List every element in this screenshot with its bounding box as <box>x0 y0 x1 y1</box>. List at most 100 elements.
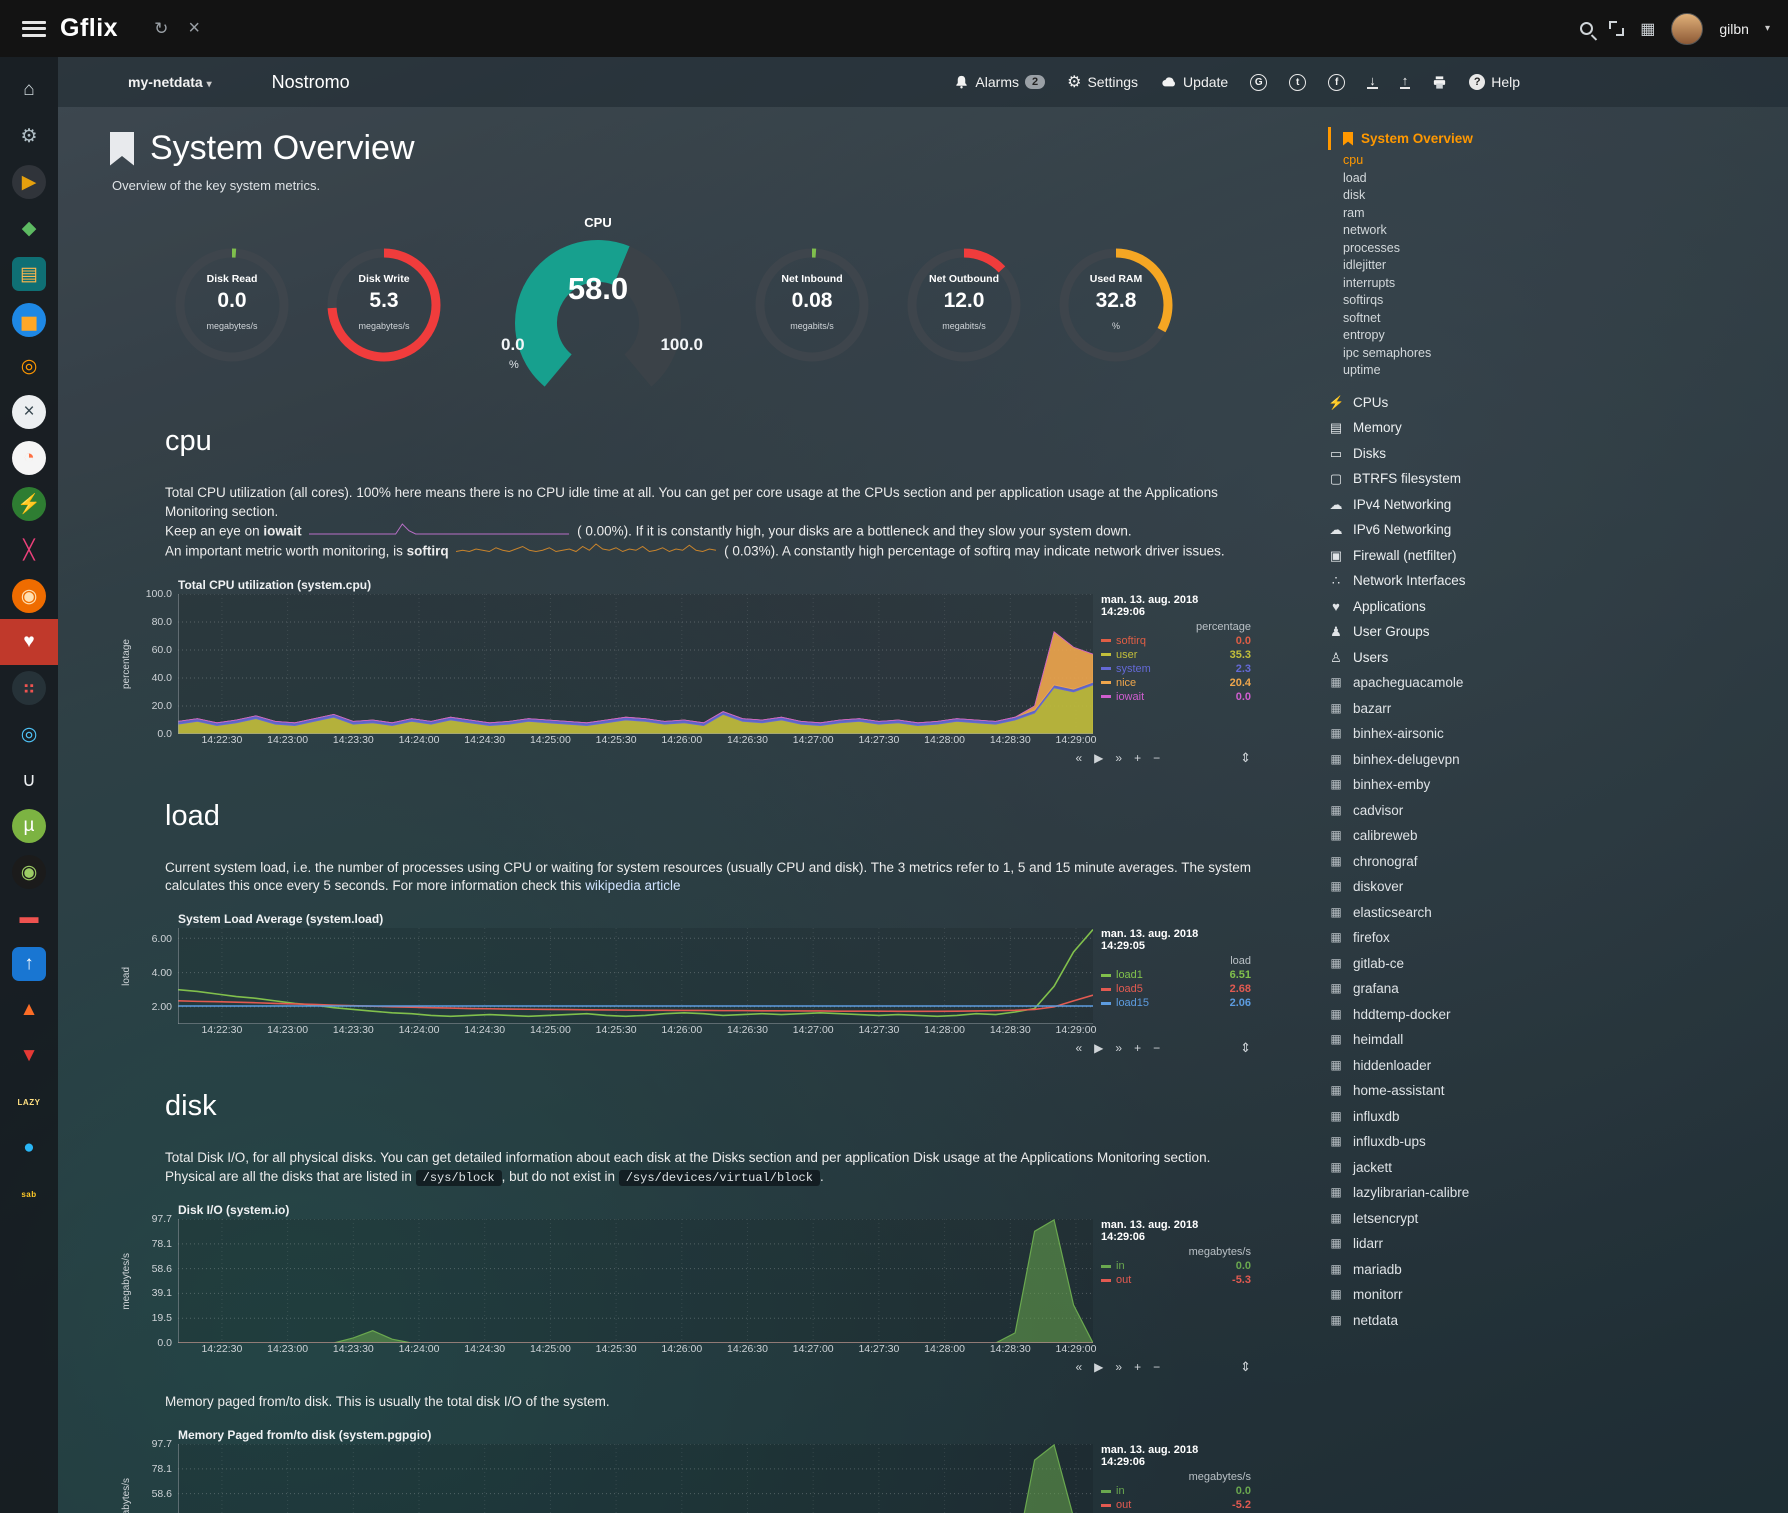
legend-entry-softirq[interactable]: softirq0.0 <box>1101 635 1251 647</box>
sidebar-app-upload-app[interactable]: ↑ <box>0 941 58 987</box>
twitter-icon[interactable]: t <box>1289 74 1306 91</box>
apps-grid-icon[interactable]: ▦ <box>1640 19 1655 39</box>
menu-item-chronograf[interactable]: ▦chronograf <box>1328 849 1778 875</box>
menu-item-lazylibrarian-calibre[interactable]: ▦lazylibrarian-calibre <box>1328 1180 1778 1206</box>
sidebar-app-search-app[interactable]: ◎ <box>0 343 58 389</box>
gauge-disk-read[interactable]: Disk Read0.0megabytes/s <box>173 246 291 364</box>
menu-item-hiddenloader[interactable]: ▦hiddenloader <box>1328 1053 1778 1079</box>
load-chart[interactable]: System Load Average (system.load)load6.0… <box>118 912 1308 1056</box>
sidebar-app-tautulli[interactable]: ▅ <box>0 297 58 343</box>
submenu-item-idlejitter[interactable]: idlejitter <box>1343 257 1778 275</box>
legend-entry-load1[interactable]: load16.51 <box>1101 969 1251 981</box>
menu-item-diskover[interactable]: ▦diskover <box>1328 874 1778 900</box>
menu-item-home-assistant[interactable]: ▦home-assistant <box>1328 1078 1778 1104</box>
sidebar-app-netdata-active[interactable]: ♥ <box>0 619 58 665</box>
sidebar-app-gitlab[interactable]: ▲ <box>0 987 58 1033</box>
help-button[interactable]: ?Help <box>1469 74 1520 90</box>
legend-entry-user[interactable]: user35.3 <box>1101 649 1251 661</box>
search-icon[interactable] <box>1580 22 1593 35</box>
menu-item-heimdall[interactable]: ▦heimdall <box>1328 1027 1778 1053</box>
gauge-net-outbound[interactable]: Net Outbound12.0megabits/s <box>905 246 1023 364</box>
menu-item-memory[interactable]: ▤Memory <box>1328 415 1778 441</box>
close-icon[interactable]: × <box>188 17 200 40</box>
wikipedia-link[interactable]: wikipedia article <box>585 878 680 893</box>
play-icon[interactable]: ▶ <box>1094 1041 1103 1055</box>
gauge-used-ram[interactable]: Used RAM32.8% <box>1057 246 1175 364</box>
sidebar-app-utorrent-app[interactable]: µ <box>0 803 58 849</box>
submenu-item-entropy[interactable]: entropy <box>1343 327 1778 345</box>
pan-left-icon[interactable]: « <box>1075 1360 1082 1374</box>
menu-item-influxdb-ups[interactable]: ▦influxdb-ups <box>1328 1129 1778 1155</box>
menu-item-elasticsearch[interactable]: ▦elasticsearch <box>1328 900 1778 926</box>
submenu-item-load[interactable]: load <box>1343 170 1778 188</box>
sidebar-app-home[interactable]: ⌂ <box>0 67 58 113</box>
disk-io-chart[interactable]: Disk I/O (system.io)megabytes/s97.778.15… <box>118 1203 1308 1375</box>
menu-item-cadvisor[interactable]: ▦cadvisor <box>1328 798 1778 824</box>
menu-item-hddtemp-docker[interactable]: ▦hddtemp-docker <box>1328 1002 1778 1028</box>
menu-item-gitlab-ce[interactable]: ▦gitlab-ce <box>1328 951 1778 977</box>
menu-item-binhex-emby[interactable]: ▦binhex-emby <box>1328 772 1778 798</box>
username[interactable]: gilbn <box>1719 21 1749 37</box>
gauge-disk-write[interactable]: Disk Write5.3megabytes/s <box>325 246 443 364</box>
sidebar-app-sabnzbd[interactable]: sab <box>0 1171 58 1217</box>
export-snapshot-icon[interactable]: ↓ <box>1367 75 1378 89</box>
resize-handle-icon[interactable]: ⇕ <box>1240 1040 1251 1056</box>
menu-item-applications[interactable]: ♥Applications <box>1328 594 1778 620</box>
menu-item-btrfs-filesystem[interactable]: ▢BTRFS filesystem <box>1328 466 1778 492</box>
pan-left-icon[interactable]: « <box>1075 751 1082 765</box>
menu-item-influxdb[interactable]: ▦influxdb <box>1328 1104 1778 1130</box>
menu-item-cpus[interactable]: ⚡CPUs <box>1328 390 1778 416</box>
sidebar-app-dots-app[interactable]: ⠶ <box>0 665 58 711</box>
legend-entry-in[interactable]: in0.0 <box>1101 1485 1251 1497</box>
submenu-item-uptime[interactable]: uptime <box>1343 362 1778 380</box>
menu-item-jackett[interactable]: ▦jackett <box>1328 1155 1778 1181</box>
menu-item-monitorr[interactable]: ▦monitorr <box>1328 1282 1778 1308</box>
alarms-button[interactable]: Alarms 2 <box>954 74 1045 90</box>
avatar[interactable] <box>1671 13 1703 45</box>
sidebar-app-ombi-app[interactable]: ◔ <box>0 435 58 481</box>
pan-left-icon[interactable]: « <box>1075 1041 1082 1055</box>
zoom-in-icon[interactable]: + <box>1134 751 1141 765</box>
sidebar-app-droplet-app[interactable]: ● <box>0 1125 58 1171</box>
sidebar-app-kodi-app[interactable]: × <box>0 389 58 435</box>
resize-handle-icon[interactable]: ⇕ <box>1240 1359 1251 1375</box>
menu-item-users[interactable]: ♙Users <box>1328 645 1778 671</box>
legend-entry-nice[interactable]: nice20.4 <box>1101 677 1251 689</box>
refresh-icon[interactable]: ↻ <box>154 19 168 39</box>
sidebar-app-pills-app[interactable]: ▬ <box>0 895 58 941</box>
github-icon[interactable]: G <box>1250 74 1267 91</box>
print-icon[interactable] <box>1432 75 1447 90</box>
menu-item-ipv4-networking[interactable]: ☁IPv4 Networking <box>1328 492 1778 518</box>
import-snapshot-icon[interactable]: ↑ <box>1400 75 1411 89</box>
sidebar-app-library-app[interactable]: ▤ <box>0 251 58 297</box>
legend-entry-iowait[interactable]: iowait0.0 <box>1101 691 1251 703</box>
menu-item-firewall-netfilter-[interactable]: ▣Firewall (netfilter) <box>1328 543 1778 569</box>
zoom-out-icon[interactable]: − <box>1153 1041 1160 1055</box>
pgpgio-chart[interactable]: Memory Paged from/to disk (system.pgpgio… <box>118 1428 1308 1513</box>
submenu-item-interrupts[interactable]: interrupts <box>1343 275 1778 293</box>
sidebar-app-download-app[interactable]: ▼ <box>0 1033 58 1079</box>
menu-item-ipv6-networking[interactable]: ☁IPv6 Networking <box>1328 517 1778 543</box>
menu-item-netdata[interactable]: ▦netdata <box>1328 1308 1778 1334</box>
submenu-item-ipc-semaphores[interactable]: ipc semaphores <box>1343 345 1778 363</box>
sidebar-app-settings[interactable]: ⚙ <box>0 113 58 159</box>
zoom-out-icon[interactable]: − <box>1153 1360 1160 1374</box>
fullscreen-icon[interactable] <box>1609 21 1624 36</box>
submenu-item-network[interactable]: network <box>1343 222 1778 240</box>
sidebar-app-power-app[interactable]: ⚡ <box>0 481 58 527</box>
sidebar-app-graph-app[interactable]: ╳ <box>0 527 58 573</box>
submenu-item-processes[interactable]: processes <box>1343 240 1778 258</box>
menu-item-bazarr[interactable]: ▦bazarr <box>1328 696 1778 722</box>
user-menu-caret-icon[interactable]: ▾ <box>1765 23 1770 34</box>
submenu-item-disk[interactable]: disk <box>1343 187 1778 205</box>
menu-item-binhex-airsonic[interactable]: ▦binhex-airsonic <box>1328 721 1778 747</box>
sidebar-app-green-diamond-app[interactable]: ◆ <box>0 205 58 251</box>
legend-entry-out[interactable]: out-5.2 <box>1101 1499 1251 1511</box>
menu-item-calibreweb[interactable]: ▦calibreweb <box>1328 823 1778 849</box>
update-button[interactable]: Update <box>1160 74 1228 90</box>
sidebar-app-resilio-sync[interactable]: ◎ <box>0 711 58 757</box>
server-dropdown[interactable]: my-netdata ▾ <box>128 74 212 90</box>
gauge-cpu[interactable]: CPU58.00.0100.0% <box>493 219 703 391</box>
sidebar-app-orange-app[interactable]: ◉ <box>0 573 58 619</box>
menu-item-lidarr[interactable]: ▦lidarr <box>1328 1231 1778 1257</box>
